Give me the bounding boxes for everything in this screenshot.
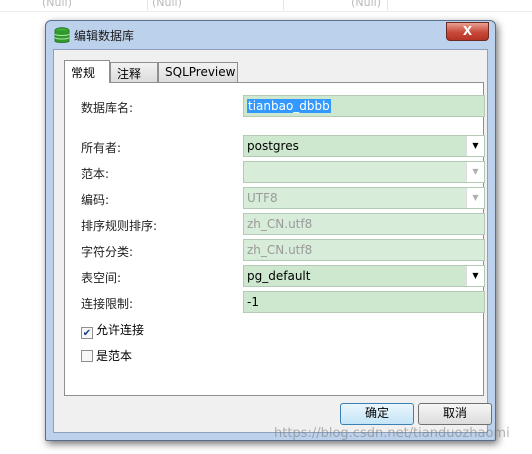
tablespace-value: pg_default <box>247 269 311 283</box>
encoding-label: 编码: <box>81 193 110 207</box>
dialog-body: 常规 注释 SQLPreview 数据库名: tianbao_dbbb 所有者:… <box>53 49 492 433</box>
chevron-down-icon: ▼ <box>466 188 484 208</box>
chevron-down-icon[interactable]: ▼ <box>466 266 484 286</box>
is-template-checkbox[interactable]: 是范本 <box>81 347 132 364</box>
allow-connections-label: 允许连接 <box>96 323 145 337</box>
tab-general[interactable]: 常规 <box>64 60 110 83</box>
encoding-select: UTF8 ▼ <box>243 187 485 209</box>
chevron-down-icon[interactable]: ▼ <box>466 136 484 156</box>
grid-cell: (Null) <box>38 0 148 10</box>
conn-limit-input[interactable]: -1 <box>243 291 485 313</box>
conn-limit-label: 连接限制: <box>81 297 134 311</box>
grid-divider <box>0 11 532 12</box>
ctype-input: zh_CN.utf8 <box>243 239 485 261</box>
dialog-title: 编辑数据库 <box>74 29 135 43</box>
tablespace-label: 表空间: <box>81 271 122 285</box>
owner-label: 所有者: <box>81 141 122 155</box>
owner-select[interactable]: postgres ▼ <box>243 135 485 157</box>
is-template-label: 是范本 <box>96 349 133 363</box>
collation-value: zh_CN.utf8 <box>247 217 313 231</box>
db-name-value: tianbao_dbbb <box>247 99 331 113</box>
ctype-value: zh_CN.utf8 <box>247 243 313 257</box>
db-name-input[interactable]: tianbao_dbbb <box>243 95 485 117</box>
cancel-button[interactable]: 取消 <box>418 403 492 425</box>
ctype-label: 字符分类: <box>81 245 134 259</box>
tab-comment[interactable]: 注释 <box>110 62 158 82</box>
collation-input: zh_CN.utf8 <box>243 213 485 235</box>
allow-connections-checkbox[interactable]: ✔ 允许连接 <box>81 321 144 339</box>
background-grid: (Null) (Null) (Null) <box>0 0 532 12</box>
tab-sql-preview[interactable]: SQLPreview <box>158 62 238 82</box>
template-label: 范本: <box>81 167 110 181</box>
checkmark-icon[interactable]: ✔ <box>81 327 93 339</box>
close-button[interactable]: X <box>446 22 489 41</box>
grid-cell: (Null) <box>284 0 388 10</box>
watermark: https://blog.csdn.net/tianduozhaomi <box>274 426 510 441</box>
owner-value: postgres <box>247 139 299 153</box>
ok-button[interactable]: 确定 <box>340 403 414 425</box>
checkbox-box[interactable] <box>81 350 93 362</box>
dialog-titlebar[interactable]: 编辑数据库 X <box>46 21 495 49</box>
collation-label: 排序规则排序: <box>81 219 158 233</box>
grid-cell: (Null) <box>148 0 284 10</box>
template-select: ▼ <box>243 161 485 183</box>
edit-database-dialog: 编辑数据库 X 常规 注释 SQLPreview 数据库名: tianbao_d… <box>45 20 496 441</box>
conn-limit-value: -1 <box>247 295 259 309</box>
close-icon: X <box>462 24 473 38</box>
encoding-value: UTF8 <box>247 191 278 205</box>
db-name-label: 数据库名: <box>81 101 134 115</box>
tablespace-select[interactable]: pg_default ▼ <box>243 265 485 287</box>
general-tab-panel: 数据库名: tianbao_dbbb 所有者: postgres ▼ 范本: ▼… <box>64 82 485 396</box>
chevron-down-icon: ▼ <box>466 162 484 182</box>
database-icon <box>54 27 70 43</box>
